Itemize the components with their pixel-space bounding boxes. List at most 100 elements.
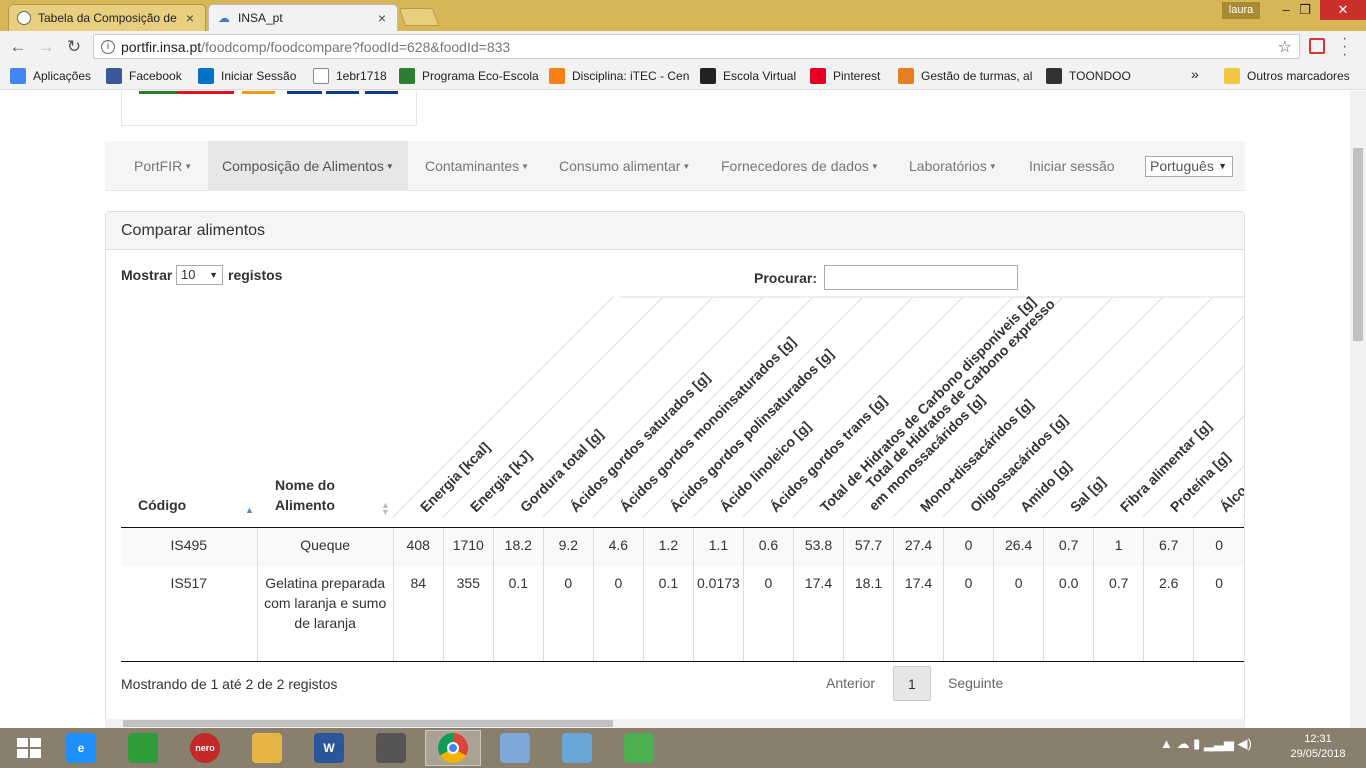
moodle-icon (549, 68, 565, 84)
bookmark-label: 1ebr1718 (336, 69, 387, 83)
sort-ascending-icon[interactable]: ▲ (245, 506, 254, 515)
cell-value: 26.4 (993, 527, 1044, 566)
nav-label: Contaminantes (425, 158, 520, 174)
column-header-code[interactable]: Código (138, 495, 186, 515)
column-header-nutrient[interactable]: Sal [g] (1067, 474, 1109, 516)
facebook-icon (106, 68, 122, 84)
bookmark-aplica-es[interactable]: Aplicações (10, 68, 98, 84)
tab-title: INSA_pt (238, 11, 283, 25)
page-length-select[interactable]: 10 ▼ (176, 265, 223, 285)
store-icon (128, 733, 158, 763)
taskbar-chrome[interactable] (425, 730, 481, 766)
back-arrow-icon[interactable]: ← (7, 36, 29, 58)
bookmark-star-icon[interactable]: ☆ (1278, 37, 1292, 57)
chrome-icon (438, 733, 468, 763)
internet-explorer-icon: e (66, 733, 96, 763)
cell-value: 17.4 (792, 565, 844, 662)
caret-down-icon: ▼ (184, 162, 193, 172)
bookmark-1ebr1718[interactable]: 1ebr1718 (313, 68, 393, 84)
nav-laboratorios[interactable]: Laboratórios ▼ (895, 141, 1011, 191)
browser-menu-icon[interactable]: · · · (1342, 31, 1347, 63)
close-tab-icon[interactable]: × (375, 10, 389, 26)
cell-value: 17.4 (893, 565, 944, 662)
portfir-logo (121, 91, 417, 126)
bookmark-facebook[interactable]: Facebook (106, 68, 190, 84)
taskbar-internet-explorer[interactable]: e (53, 730, 109, 766)
taskbar-store[interactable] (115, 730, 171, 766)
search-input[interactable] (824, 265, 1018, 290)
taskbar-calculator[interactable] (487, 730, 543, 766)
browser-tab-strip: Tabela da Composição de × ☁ INSA_pt × la… (0, 0, 1366, 31)
bookmark-gest-o-de-turmas-al[interactable]: Gestão de turmas, al (898, 68, 1038, 84)
address-bar[interactable]: i portfir.insa.pt/foodcomp/foodcompare?f… (93, 34, 1300, 59)
language-select[interactable]: Português ▼ (1145, 156, 1233, 177)
taskbar-windows-start[interactable] (0, 730, 56, 766)
bookmark-label: Aplicações (33, 69, 92, 83)
cell-value: 1 (1093, 527, 1144, 566)
reload-icon[interactable]: ↻ (63, 36, 85, 58)
taskbar-word[interactable]: W (301, 730, 357, 766)
nav-iniciar-sessao[interactable]: Iniciar sessão (1015, 141, 1129, 191)
tab-insa[interactable]: ☁ INSA_pt × (208, 4, 398, 31)
column-header-nutrient[interactable]: Gordura total [g] (517, 426, 606, 515)
bookmark-label: Escola Virtual (723, 69, 797, 83)
horizontal-scrollbar[interactable] (105, 719, 1245, 728)
taskbar-movie-maker[interactable] (363, 730, 419, 766)
horizontal-scroll-thumb[interactable] (123, 720, 613, 727)
table-row: IS495 Queque 408 1710 18.2 9.2 4.6 1.2 1.1 0.6 53.… (121, 527, 1244, 566)
previous-page-button[interactable]: Anterior (812, 666, 889, 701)
bookmark-iniciar-sess-o[interactable]: Iniciar Sessão (198, 68, 306, 84)
vertical-scroll-thumb[interactable] (1353, 148, 1363, 341)
bookmark-toondoo[interactable]: TOONDOO (1046, 68, 1141, 84)
cell-value: 6.7 (1143, 527, 1194, 566)
column-header-nutrient[interactable]: Ácidos gordos monoinsaturados [g] (617, 333, 799, 515)
taskbar-file-explorer[interactable] (239, 730, 295, 766)
language-value: Português (1150, 158, 1214, 174)
column-header-nutrient[interactable]: Ácido linoleico [g] (717, 418, 814, 515)
vertical-scrollbar[interactable] (1350, 91, 1366, 728)
next-page-button[interactable]: Seguinte (934, 666, 1017, 701)
word-icon: W (314, 733, 344, 763)
clock[interactable]: 12:31 29/05/2018 (1283, 732, 1353, 762)
header-overflow-mask (1244, 291, 1350, 527)
bookmark-programa-eco-escola[interactable]: Programa Eco-Escola (399, 68, 541, 84)
cell-value: 18.2 (492, 527, 544, 566)
forward-arrow-icon[interactable]: → (35, 36, 57, 58)
system-tray[interactable]: ▲ ☁ ▮ ▂▃▅ ◀) (1160, 736, 1252, 752)
cell-value: 0.0 (1043, 565, 1094, 662)
info-icon[interactable]: i (101, 39, 115, 54)
bookmark-escola-virtual[interactable]: Escola Virtual (700, 68, 804, 84)
page-button-1[interactable]: 1 (893, 666, 931, 701)
panel-title: Comparar alimentos (106, 212, 1244, 250)
user-profile-badge[interactable]: laura (1222, 2, 1260, 19)
nav-composicao-alimentos[interactable]: Composição de Alimentos ▼ (208, 141, 408, 191)
taskbar-mosaic-app[interactable] (611, 730, 667, 766)
browser-toolbar: ← → ↻ i portfir.insa.pt/foodcomp/foodcom… (0, 31, 1366, 63)
close-tab-icon[interactable]: × (183, 10, 197, 26)
bookmark-label: TOONDOO (1069, 69, 1131, 83)
extension-icon[interactable] (1309, 38, 1325, 54)
bookmark-pinterest[interactable]: Pinterest (810, 68, 890, 84)
caret-down-icon: ▼ (988, 162, 997, 172)
bookmarks-bar: Aplicações Facebook Iniciar Sessão 1ebr1718… (0, 62, 1366, 90)
other-bookmarks[interactable]: Outros marcadores (1224, 68, 1350, 84)
tab-tabela-composicao[interactable]: Tabela da Composição de × (8, 4, 206, 31)
new-tab-button[interactable] (398, 8, 440, 26)
column-header-name-line2[interactable]: Alimento (275, 495, 335, 515)
maximize-icon[interactable]: ❐ (1290, 0, 1320, 20)
sort-both-icon[interactable]: ▲ ▼ (381, 501, 390, 517)
close-window-icon[interactable]: ✕ (1320, 0, 1366, 20)
column-header-name-line1[interactable]: Nome do (275, 475, 335, 495)
folder-icon (1224, 68, 1240, 84)
other-bookmarks-label: Outros marcadores (1247, 69, 1350, 83)
movie-maker-icon (376, 733, 406, 763)
more-bookmarks-chevron[interactable]: » (1191, 66, 1199, 82)
nav-fornecedores-dados[interactable]: Fornecedores de dados ▼ (707, 141, 893, 191)
bookmark-disciplina-itec-cen[interactable]: Disciplina: iTEC - Cen (549, 68, 694, 84)
nav-portfir[interactable]: PortFIR ▼ (120, 141, 206, 191)
nav-consumo-alimentar[interactable]: Consumo alimentar ▼ (545, 141, 704, 191)
taskbar-nero[interactable]: nero (177, 730, 233, 766)
nav-contaminantes[interactable]: Contaminantes ▼ (411, 141, 543, 191)
column-header-nutrient[interactable]: Fibra alimentar [g] (1117, 417, 1215, 515)
taskbar-paint[interactable] (549, 730, 605, 766)
